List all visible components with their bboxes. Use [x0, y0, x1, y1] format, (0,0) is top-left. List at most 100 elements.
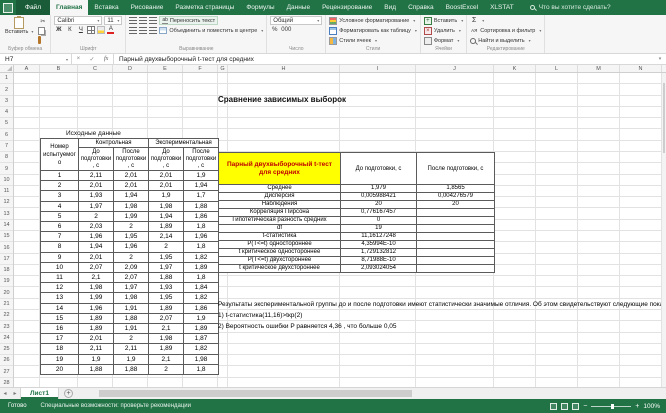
borders-icon[interactable] [87, 26, 95, 34]
page-layout-view-icon[interactable] [561, 403, 568, 410]
enter-icon[interactable]: ✓ [90, 56, 95, 63]
cell[interactable]: 19 [341, 225, 417, 233]
cell[interactable]: 1,9 [114, 354, 149, 364]
cell[interactable]: 6 [41, 222, 79, 232]
row-header-11[interactable]: 11 [0, 186, 13, 197]
cell[interactable]: 9 [41, 252, 79, 262]
cell[interactable]: 1,98 [114, 201, 149, 211]
sheet-nav-right-icon[interactable] [10, 390, 20, 397]
sub-header-cell[interactable]: До подготовки, с [79, 148, 114, 171]
column-header-l[interactable]: L [536, 65, 578, 72]
row-header-17[interactable]: 17 [0, 254, 13, 265]
row-header-6[interactable]: 6 [0, 129, 13, 141]
cell[interactable] [417, 249, 495, 257]
row-header-7[interactable]: 7 [0, 141, 13, 152]
column-header-e[interactable]: E [148, 65, 183, 72]
cell[interactable] [417, 265, 495, 273]
cell[interactable]: 1,9 [184, 313, 219, 323]
cell[interactable]: 1,89 [79, 313, 114, 323]
cell[interactable]: 10 [41, 262, 79, 272]
cell[interactable]: 1,96 [79, 303, 114, 313]
cell[interactable]: 1,87 [184, 334, 219, 344]
cell[interactable]: 2,07 [79, 262, 114, 272]
cell[interactable]: 1,95 [149, 293, 184, 303]
cell[interactable]: 1,9 [79, 354, 114, 364]
cell[interactable]: 1,97 [149, 262, 184, 272]
accessibility-status[interactable]: Специальные возможности: проверьте реком… [41, 403, 191, 409]
cell[interactable]: 2,14 [149, 232, 184, 242]
insert-cells-button[interactable]: Вставить [424, 16, 463, 25]
format-cells-button[interactable]: Формат [424, 36, 460, 45]
cell[interactable]: 2,1 [149, 324, 184, 334]
cell[interactable]: 2,01 [79, 181, 114, 191]
cell[interactable]: Среднее [219, 185, 341, 193]
cell[interactable]: 1,89 [79, 324, 114, 334]
tell-me-search[interactable]: Что вы хотите сделать? [530, 0, 611, 15]
cell[interactable]: 1,94 [149, 211, 184, 221]
percent-style-button[interactable]: % [270, 26, 279, 34]
copy-icon[interactable] [38, 27, 45, 35]
cell[interactable]: 1,88 [114, 364, 149, 374]
row-header-2[interactable]: 2 [0, 84, 13, 96]
cell[interactable]: 1,94 [184, 181, 219, 191]
cell[interactable]: 1,8 [184, 222, 219, 232]
cell[interactable]: 1,98 [79, 283, 114, 293]
cell[interactable]: P(T<=t) одностороннее [219, 241, 341, 249]
cell[interactable]: 2 [79, 211, 114, 221]
cell[interactable]: 1,98 [114, 293, 149, 303]
cell[interactable]: Корреляция Пирсона [219, 209, 341, 217]
cell[interactable]: 1,89 [184, 324, 219, 334]
ribbon-tab-вид[interactable]: Вид [378, 0, 402, 15]
column-header-b[interactable]: B [40, 65, 78, 72]
cell[interactable]: 1,8 [184, 242, 219, 252]
align-left-icon[interactable] [129, 27, 137, 34]
page-break-view-icon[interactable] [572, 403, 579, 410]
sub-header-cell[interactable]: До подготовки, с [149, 148, 184, 171]
cell[interactable]: 1,96 [114, 242, 149, 252]
cell[interactable]: 0,005988421 [341, 193, 417, 201]
cell[interactable]: t критическое одностороннее [219, 249, 341, 257]
zoom-slider-thumb[interactable] [611, 404, 614, 409]
font-color-icon[interactable]: А [107, 26, 114, 34]
number-format-select[interactable]: Общий [270, 16, 322, 25]
cell[interactable]: 1,95 [149, 252, 184, 262]
cell[interactable]: 2,11 [79, 171, 114, 181]
row-header-28[interactable]: 28 [0, 378, 13, 387]
cell[interactable]: 1,98 [149, 201, 184, 211]
column-header-j[interactable]: J [416, 65, 494, 72]
cell[interactable]: 20 [41, 364, 79, 374]
column-header-d[interactable]: D [113, 65, 148, 72]
column-header-n[interactable]: N [620, 65, 662, 72]
column-header-h[interactable]: H [228, 65, 340, 72]
wrap-text-button[interactable]: ab Переносить текст [159, 16, 218, 25]
font-name-select[interactable]: Calibri [54, 16, 102, 25]
formula-bar-expand-icon[interactable]: ▾ [654, 54, 666, 64]
cell[interactable] [417, 257, 495, 265]
cell[interactable]: 1,88 [79, 364, 114, 374]
column-header-g[interactable]: G [218, 65, 228, 72]
zoom-slider[interactable] [591, 406, 631, 407]
cell[interactable]: 5 [41, 211, 79, 221]
cell[interactable]: 13 [41, 293, 79, 303]
cell[interactable]: 2,093024054 [341, 265, 417, 273]
cell[interactable]: 1,89 [149, 303, 184, 313]
cell[interactable]: 2,01 [79, 334, 114, 344]
header-cell[interactable]: До подготовки, с [341, 153, 417, 185]
cell[interactable]: t-статистика [219, 233, 341, 241]
cell[interactable] [417, 217, 495, 225]
cell[interactable]: t критическое двухстороннее [219, 265, 341, 273]
cell[interactable]: 12 [41, 283, 79, 293]
horizontal-scrollbar[interactable] [97, 388, 666, 399]
ribbon-tab-справка[interactable]: Справка [402, 0, 440, 15]
cell[interactable]: 0 [341, 217, 417, 225]
find-select-button[interactable]: Найти и выделить [470, 36, 530, 45]
row-header-13[interactable]: 13 [0, 208, 13, 220]
cell[interactable]: 1,96 [184, 232, 219, 242]
cell[interactable]: 20 [341, 201, 417, 209]
cell[interactable]: 1,97 [79, 201, 114, 211]
ribbon-tab-вставка[interactable]: Вставка [88, 0, 124, 15]
ribbon-tab-формулы[interactable]: Формулы [240, 0, 280, 15]
vertical-scrollbar[interactable] [661, 73, 666, 387]
cell[interactable]: 2,1 [79, 273, 114, 283]
cell[interactable]: 2,07 [114, 273, 149, 283]
